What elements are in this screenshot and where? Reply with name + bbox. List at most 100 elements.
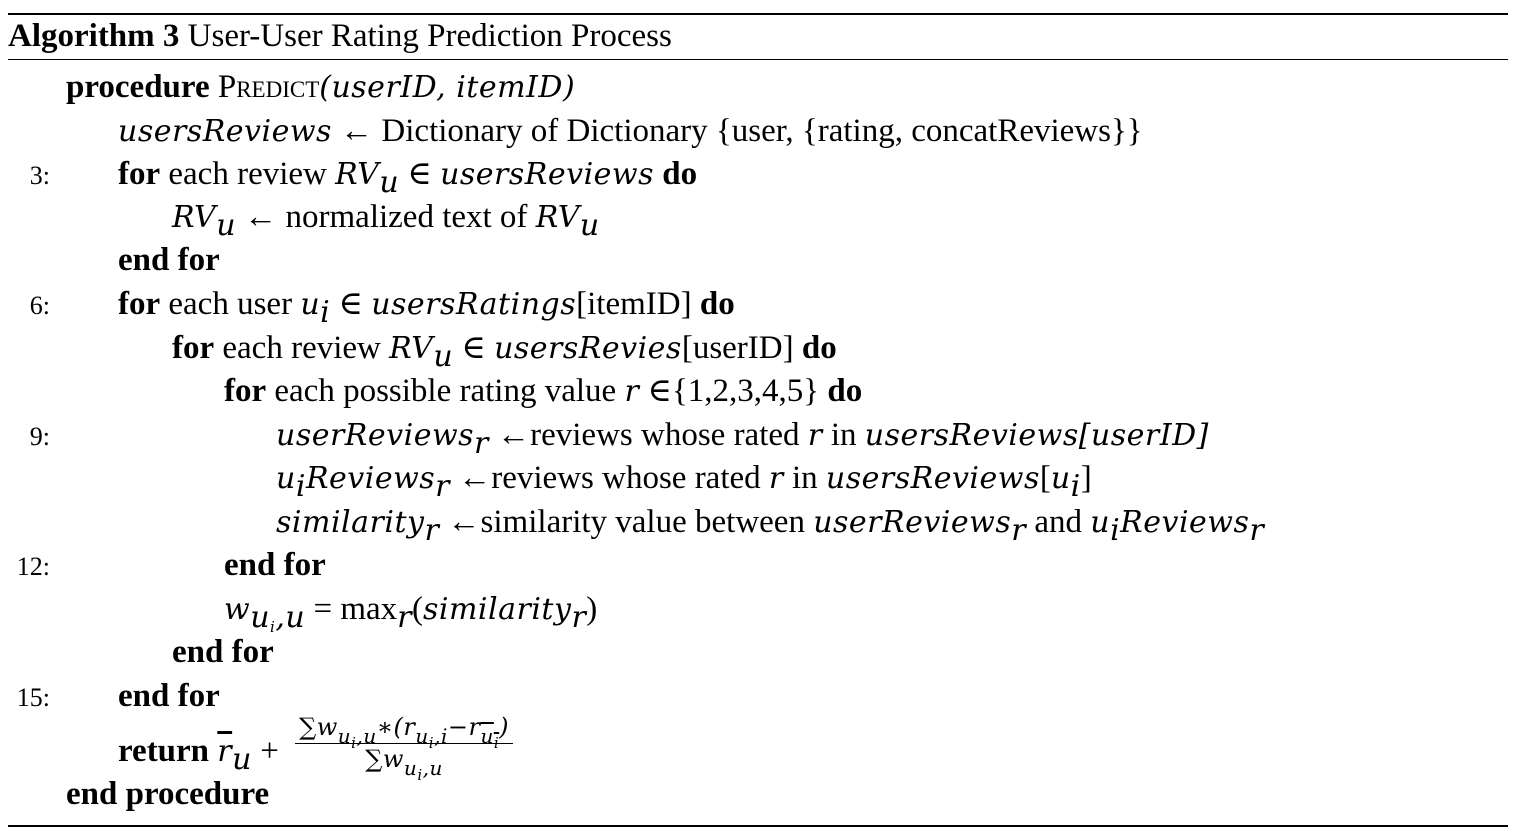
in-word: in — [792, 460, 818, 496]
line-17: end procedure — [0, 773, 1516, 816]
keyword: end for — [118, 678, 220, 714]
line-number: 12: — [16, 552, 50, 581]
line-12: 12: end for — [0, 544, 1516, 587]
line-10: uiReviewsr ←reviews whose rated r in use… — [0, 457, 1516, 502]
subscript: u — [379, 165, 400, 200]
index-close: ] — [1080, 460, 1092, 496]
fraction-numerator: ∑wui,u∗(rui,i−rui) — [295, 712, 514, 751]
variable: usersReviews — [118, 114, 332, 149]
statement-text: reviews whose rated — [491, 460, 761, 496]
keyword-do: do — [662, 156, 698, 192]
line-number: 9: — [29, 422, 50, 451]
bottom-rule — [8, 825, 1508, 827]
variable: r — [807, 418, 823, 453]
line-3: 3: for each review RVu ∈ usersReviews do — [0, 153, 1516, 198]
variable: similarity — [276, 505, 425, 540]
line-number: 15: — [16, 683, 50, 712]
keyword: for — [172, 330, 215, 366]
plus-sign: + — [260, 733, 279, 770]
collection: usersReviews — [825, 461, 1040, 496]
index-open: [ — [1039, 460, 1051, 496]
collection: usersReviews — [864, 418, 1079, 453]
max-operator: max — [340, 591, 398, 627]
keyword: end for — [118, 242, 220, 278]
subscript: r — [474, 426, 489, 461]
procedure-args: (userID, itemID) — [319, 70, 576, 105]
variable: u — [300, 287, 321, 322]
line-9: 9: userReviewsr ←reviews whose rated r i… — [0, 414, 1516, 459]
element-of: ∈ — [407, 156, 432, 192]
subscript: u — [433, 339, 454, 374]
subscript: r — [424, 513, 440, 548]
weight-variable: w — [224, 592, 251, 627]
variable: RV — [172, 200, 217, 235]
paren-close: ) — [586, 591, 598, 627]
subscript: u — [216, 208, 237, 243]
collection: usersRatings — [371, 287, 577, 322]
assign-arrow: ← — [447, 504, 481, 540]
line-11: similarityr ←similarity value between us… — [0, 501, 1516, 546]
line-8: for each possible rating value r ∈{1,2,3… — [0, 370, 1516, 413]
line-number: 3: — [29, 161, 50, 190]
paren-open: ( — [411, 591, 423, 627]
keyword: procedure — [66, 69, 210, 105]
variable: r — [768, 461, 784, 496]
subscript: u — [579, 208, 600, 243]
subscript: u — [232, 742, 252, 778]
in-word: in — [830, 417, 857, 453]
line-7: for each review RVu ∈ usersRevies[userID… — [0, 327, 1516, 372]
variable: userReviews — [276, 418, 475, 453]
subscript: r — [1011, 513, 1027, 548]
line-13: wui,u = maxr(similarityr) — [0, 588, 1516, 635]
rating-set: ∈{1,2,3,4,5} — [647, 373, 820, 409]
statement-text: reviews whose rated — [530, 417, 800, 453]
assign-arrow: ← — [458, 460, 492, 496]
assign-arrow: ← — [497, 417, 531, 453]
line-6: 6: for each user ui ∈ usersRatings[itemI… — [0, 283, 1516, 328]
variable: similarity — [422, 592, 572, 627]
subscript: r — [397, 600, 412, 635]
line-number: 6: — [29, 291, 50, 320]
subscript: i — [295, 469, 306, 504]
subscript: i — [320, 295, 331, 330]
variable: u — [276, 461, 296, 496]
keyword-do: do — [827, 373, 863, 409]
algorithm-caption: Algorithm 3 User-User Rating Prediction … — [8, 17, 672, 55]
fraction-denominator: ∑wui,u — [365, 745, 443, 784]
statement-text: normalized text of — [285, 199, 528, 235]
index: [userID] — [1078, 418, 1209, 453]
top-rule — [8, 13, 1508, 15]
collection: usersReviews — [440, 157, 654, 192]
line-4: RVu ← normalized text of RVu — [0, 196, 1516, 241]
subscript: i — [1070, 469, 1081, 504]
line-1: procedure Predict(userID, itemID) — [0, 66, 1516, 109]
statement-text: each user — [168, 286, 293, 322]
keyword-do: do — [801, 330, 837, 366]
mean-rating: r — [217, 734, 233, 770]
subscript: r — [435, 469, 450, 504]
subscript: i — [1110, 513, 1121, 548]
variable: u — [1090, 505, 1111, 540]
line-15: 15: end for — [0, 675, 1516, 718]
and-word: and — [1034, 504, 1082, 540]
index: [itemID] — [576, 286, 692, 322]
statement-text: each review — [222, 330, 381, 366]
variable: RV — [335, 157, 380, 192]
line-2: usersReviews ← Dictionary of Dictionary … — [0, 110, 1516, 153]
weighted-fraction: ∑wui,u∗(rui,i−rui) ∑wui,u — [295, 712, 514, 784]
caption-rule — [8, 59, 1508, 60]
procedure-name: Predict — [217, 69, 320, 105]
index-variable: u — [1050, 461, 1071, 496]
line-5: end for — [0, 239, 1516, 282]
element-of: ∈ — [461, 330, 486, 366]
statement-text: Dictionary of Dictionary {user, {rating,… — [381, 113, 1143, 149]
assign-arrow: ← — [244, 199, 278, 235]
keyword: end procedure — [66, 776, 270, 812]
collection: usersRevies — [494, 331, 682, 366]
keyword: for — [118, 286, 161, 322]
subscript: r — [1249, 513, 1265, 548]
variable: Reviews — [305, 461, 436, 496]
statement-text: each review — [168, 156, 327, 192]
keyword: end for — [224, 547, 326, 583]
element-of: ∈ — [338, 286, 363, 322]
